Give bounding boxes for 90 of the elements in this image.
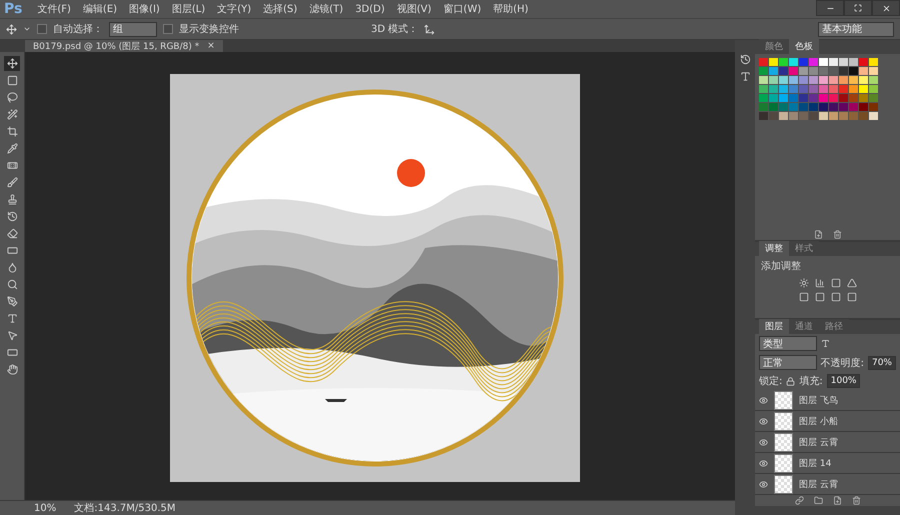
eye-icon[interactable] [759, 480, 768, 489]
menu-item[interactable]: 文字(Y) [212, 2, 256, 16]
type-filter-icon[interactable] [821, 339, 830, 348]
mode-3d-label: 3D 模式： [371, 22, 418, 36]
auto-select-label: 自动选择： [53, 22, 103, 36]
hand-tool-icon [6, 364, 18, 375]
folder-icon[interactable] [814, 496, 822, 506]
history-icon[interactable] [740, 54, 750, 65]
caret-icon[interactable] [23, 25, 31, 33]
move-tool-icon [6, 58, 18, 69]
eye-icon[interactable] [759, 458, 768, 468]
move-tool-icon[interactable] [6, 24, 17, 34]
zoom-level: 10% [34, 502, 56, 514]
brightness-icon[interactable] [798, 278, 808, 288]
panel-tab[interactable]: 色板 [789, 39, 819, 54]
move-tool[interactable] [4, 56, 20, 71]
auto-select-dropdown[interactable]: 组 [109, 22, 157, 36]
shape-tool-icon [6, 347, 18, 358]
magic-wand-tool-icon [6, 109, 18, 120]
menu-item[interactable]: 3D(D) [350, 4, 390, 14]
eyedropper-tool-icon [6, 143, 18, 154]
layer-thumbnail [774, 474, 793, 494]
lock-icon[interactable] [786, 376, 796, 386]
crop-tool-icon [6, 126, 18, 137]
close-button[interactable] [872, 0, 900, 16]
eye-icon[interactable] [759, 416, 768, 426]
brush-tool-icon [6, 177, 18, 188]
type-tool-icon [6, 313, 18, 324]
opacity-field[interactable]: 70% [868, 356, 896, 370]
healing-tool-icon [6, 160, 18, 171]
fill-label: 填充: [799, 374, 823, 388]
transform-controls-checkbox[interactable] [163, 24, 173, 34]
blur-tool-icon [6, 262, 18, 273]
lasso-tool-icon [6, 92, 18, 103]
menu-item[interactable]: 窗口(W) [438, 2, 486, 16]
pen-tool-icon [6, 296, 18, 307]
levels-icon[interactable] [814, 278, 824, 288]
new-swatch-icon[interactable] [814, 230, 822, 238]
eye-icon[interactable] [759, 438, 768, 447]
auto-select-checkbox[interactable] [37, 24, 47, 34]
close-icon [882, 4, 890, 12]
menu-item[interactable]: 图层(L) [166, 2, 210, 16]
stamp-tool-icon [6, 194, 18, 205]
maximize-icon [854, 4, 862, 12]
layer-thumbnail [774, 412, 793, 431]
history-brush-tool-icon [6, 211, 18, 222]
delete-icon[interactable] [852, 496, 860, 506]
menu-item[interactable]: 滤镜(T) [304, 2, 348, 16]
menu-item[interactable]: 图像(I) [124, 2, 165, 16]
blend-mode-dropdown[interactable]: 正常 [759, 355, 817, 370]
maximize-button[interactable] [844, 0, 872, 16]
layer-name: 图层 云霄 [799, 436, 838, 449]
document-size: 文档:143.7M/530.5M [74, 502, 176, 515]
lock-label: 锁定: [759, 374, 782, 388]
link-icon[interactable] [794, 496, 804, 506]
eraser-tool-icon [6, 228, 18, 239]
menu-item[interactable]: 文件(F) [32, 2, 76, 16]
layer-name: 图层 小船 [799, 416, 838, 428]
layer-thumbnail [774, 432, 793, 452]
path-select-tool-icon [6, 330, 18, 341]
document-tab[interactable]: B0179.psd @ 10% (图层 15, RGB/8) * × [25, 40, 223, 52]
layer-thumbnail [774, 390, 793, 410]
opacity-label: 不透明度: [820, 356, 864, 370]
panel-tab[interactable]: 图层 [759, 319, 789, 334]
layer-row[interactable]: 图层 云霄 [755, 474, 900, 496]
panel-tab[interactable]: 调整 [759, 241, 789, 256]
panel-heading: 添加调整 [760, 260, 802, 274]
menu-item[interactable]: 选择(S) [258, 2, 302, 16]
layer-thumbnail [774, 454, 793, 473]
gradient-triangle-icon[interactable] [846, 278, 856, 288]
app-logo: Ps [4, 1, 22, 17]
workspace-dropdown[interactable]: 基本功能 [818, 22, 894, 36]
layer-name: 图层 飞鸟 [799, 394, 838, 406]
delete-icon[interactable] [832, 230, 842, 238]
new-layer-icon[interactable] [832, 496, 842, 506]
marquee-tool-icon [6, 75, 18, 86]
layer-row[interactable]: 图层 飞鸟 [755, 390, 900, 412]
layer-name: 图层 14 [799, 458, 832, 470]
menu-item[interactable]: 视图(V) [392, 2, 436, 16]
transform-controls-label: 显示变换控件 [179, 22, 239, 36]
layer-row[interactable]: 图层 云霄 [755, 432, 900, 454]
menu-item[interactable]: 编辑(E) [78, 2, 122, 16]
layer-row[interactable]: 图层 小船 [755, 411, 900, 432]
layer-filter-dropdown[interactable]: 类型 [759, 336, 817, 351]
layer-name: 图层 云霄 [799, 478, 838, 491]
menu-item[interactable]: 帮助(H) [488, 2, 534, 16]
fill-field[interactable]: 100% [826, 374, 860, 388]
character-panel-icon[interactable] [740, 71, 750, 82]
layer-row[interactable]: 图层 14 [755, 453, 900, 474]
eye-icon[interactable] [759, 396, 768, 404]
